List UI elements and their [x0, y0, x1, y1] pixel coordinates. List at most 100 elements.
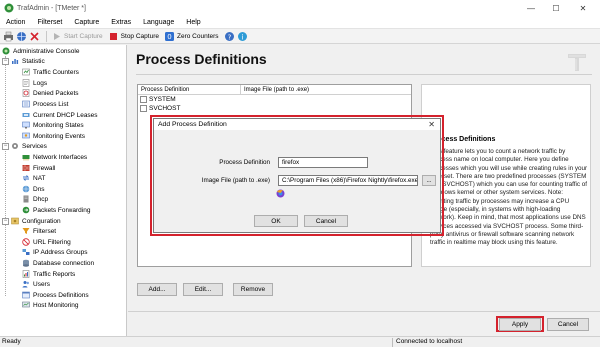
- apply-button[interactable]: Apply: [499, 318, 541, 331]
- minimize-button[interactable]: —: [520, 0, 542, 16]
- zero-counters-button[interactable]: 0 Zero Counters: [164, 31, 219, 42]
- dns-icon: [22, 185, 30, 193]
- info-text: This feature lets you to count a network…: [430, 148, 588, 247]
- column-header-image-file[interactable]: Image File (path to .exe): [241, 85, 411, 94]
- navigation-tree: Administrative Console − Statistic Traff…: [0, 45, 127, 336]
- tree-group-services[interactable]: − Services: [2, 141, 47, 151]
- tree-item-label: Database connection: [33, 259, 95, 267]
- svg-text:i: i: [241, 33, 243, 41]
- tree-item-label: Dns: [33, 185, 45, 193]
- menu-filterset[interactable]: Filterset: [31, 19, 68, 26]
- maximize-button[interactable]: ☐: [545, 0, 567, 16]
- browse-button[interactable]: ...: [422, 175, 436, 186]
- tree-item-logs[interactable]: Logs: [22, 78, 47, 88]
- row-process-name: SVCHOST: [149, 105, 181, 112]
- tree-item-packets-forwarding[interactable]: Packets Forwarding: [22, 205, 90, 215]
- list-icon: [22, 100, 30, 108]
- tree-item-url-filtering[interactable]: URL Filtering: [22, 237, 71, 247]
- network-icon[interactable]: [16, 31, 27, 42]
- tree-root[interactable]: Administrative Console: [2, 46, 79, 56]
- tree-item-monitoring-events[interactable]: Monitoring Events: [22, 131, 85, 141]
- tree-item-label: Logs: [33, 79, 48, 87]
- monitor-icon: [22, 121, 30, 129]
- stop-capture-button[interactable]: Stop Capture: [108, 31, 159, 42]
- tree-group-configuration[interactable]: − Configuration: [2, 216, 61, 226]
- tree-item-label: Denied Packets: [33, 89, 79, 97]
- tree-item-current-dhcp-leases[interactable]: Current DHCP Leases: [22, 110, 98, 120]
- collapse-icon[interactable]: −: [2, 217, 9, 225]
- tree-item-network-interfaces[interactable]: Network Interfaces: [22, 152, 87, 162]
- tree-guide-line: [5, 56, 6, 296]
- column-header-process[interactable]: Process Definition: [138, 85, 241, 94]
- tree-item-label: IP Address Groups: [33, 248, 88, 256]
- filter-icon: [22, 228, 30, 234]
- tree-item-process-list[interactable]: Process List: [22, 99, 68, 109]
- table-row[interactable]: SVCHOST: [138, 104, 411, 113]
- tree-item-dns[interactable]: Dns: [22, 184, 45, 194]
- browse-label: ...: [426, 177, 432, 184]
- collapse-icon[interactable]: −: [2, 57, 9, 65]
- disconnect-icon[interactable]: [29, 31, 40, 42]
- tree-item-dhcp[interactable]: Dhcp: [22, 194, 48, 204]
- app-logo-icon: [4, 3, 14, 13]
- zero-counters-icon: 0: [164, 31, 174, 41]
- dialog-close-icon[interactable]: ✕: [428, 120, 435, 129]
- image-file-input[interactable]: C:\Program Files (x86)\Firefox Nightly\f…: [278, 175, 418, 186]
- table-header: Process Definition Image File (path to .…: [138, 85, 411, 95]
- help-icon[interactable]: ?: [224, 31, 235, 42]
- menu-extras[interactable]: Extras: [105, 19, 137, 26]
- collapse-icon[interactable]: −: [2, 142, 9, 150]
- tree-group-statistic[interactable]: − Statistic: [2, 56, 45, 66]
- tree-item-label: Traffic Counters: [33, 68, 79, 76]
- tree-item-host-monitoring[interactable]: Host Monitoring: [22, 300, 79, 310]
- info-icon[interactable]: i: [237, 31, 248, 42]
- printer-icon[interactable]: [3, 31, 14, 42]
- process-definition-input[interactable]: firefox: [278, 157, 368, 168]
- menu-action[interactable]: Action: [0, 19, 31, 26]
- tree-item-process-definitions[interactable]: Process Definitions: [22, 290, 89, 300]
- tree-item-traffic-reports[interactable]: Traffic Reports: [22, 269, 75, 279]
- zero-counters-label: Zero Counters: [176, 32, 219, 40]
- dialog-ok-button[interactable]: OK: [254, 215, 298, 227]
- menu-capture[interactable]: Capture: [68, 19, 105, 26]
- table-row[interactable]: SYSTEM: [138, 95, 411, 104]
- events-icon: [22, 132, 30, 139]
- tree-item-database-connection[interactable]: Database connection: [22, 258, 94, 268]
- status-bar: Ready Connected to localhost: [0, 336, 600, 347]
- dialog-body: Process Definition firefox Image File (p…: [154, 130, 440, 232]
- image-file-label: Image File (path to .exe): [201, 177, 270, 184]
- footer-divider: [128, 311, 600, 312]
- menu-help[interactable]: Help: [180, 19, 206, 26]
- tree-item-users[interactable]: Users: [22, 279, 50, 289]
- tree-item-nat[interactable]: NAT: [22, 173, 46, 183]
- add-process-dialog: Add Process Definition ✕ Process Definit…: [153, 118, 441, 233]
- tree-group-label: Configuration: [22, 217, 61, 225]
- menu-language[interactable]: Language: [137, 19, 180, 26]
- row-checkbox[interactable]: [140, 96, 147, 103]
- tree-item-denied-packets[interactable]: Denied Packets: [22, 88, 79, 98]
- status-connection: Connected to localhost: [396, 338, 463, 345]
- page-title: Process Definitions: [136, 51, 267, 67]
- edit-button[interactable]: Edit...: [183, 283, 223, 296]
- dialog-cancel-button[interactable]: Cancel: [304, 215, 348, 227]
- status-ready: Ready: [2, 338, 21, 345]
- tree-item-label: Host Monitoring: [33, 301, 79, 309]
- process-definition-label: Process Definition: [219, 159, 270, 166]
- tree-item-filterset[interactable]: Filterset: [22, 226, 56, 236]
- tree-item-monitoring-states[interactable]: Monitoring States: [22, 120, 84, 130]
- url-filter-icon: [22, 238, 30, 246]
- cancel-button[interactable]: Cancel: [547, 318, 589, 331]
- tree-item-label: Dhcp: [33, 195, 49, 203]
- start-capture-button[interactable]: Start Capture: [51, 31, 103, 42]
- remove-button[interactable]: Remove: [233, 283, 273, 296]
- dhcp-icon: [22, 113, 30, 117]
- row-checkbox[interactable]: [140, 105, 147, 112]
- dhcp-server-icon: [23, 195, 29, 203]
- tree-item-firewall[interactable]: Firewall: [22, 163, 55, 173]
- add-button[interactable]: Add...: [137, 283, 177, 296]
- row-process-name: SYSTEM: [149, 96, 176, 103]
- tree-item-traffic-counters[interactable]: Traffic Counters: [22, 67, 79, 77]
- denied-icon: [22, 89, 30, 97]
- close-window-button[interactable]: ✕: [572, 0, 594, 16]
- tree-item-ip-address-groups[interactable]: IP Address Groups: [22, 247, 87, 257]
